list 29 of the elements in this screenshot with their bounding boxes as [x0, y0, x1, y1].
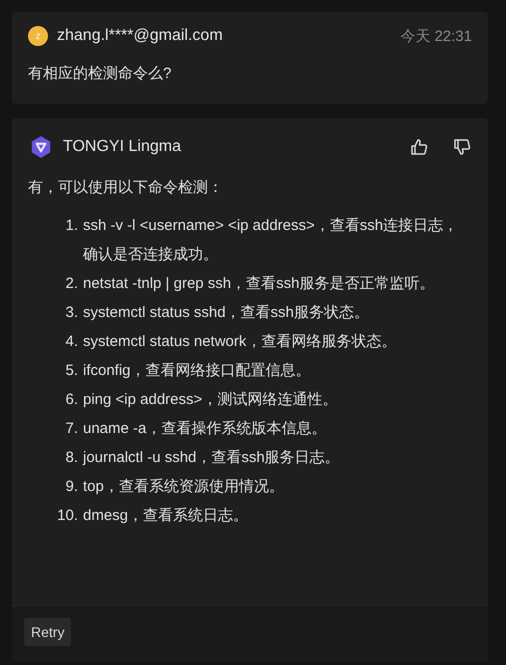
- message-time: 今天 22:31: [400, 26, 472, 46]
- list-number: 8.: [64, 448, 79, 468]
- list-item-text: ping <ip address>，测试网络连通性。: [83, 390, 338, 410]
- user-avatar: z: [28, 26, 48, 46]
- list-item-text: netstat -tnlp | grep ssh，查看ssh服务是否正常监听。: [83, 274, 436, 294]
- list-item-text: top，查看系统资源使用情况。: [83, 477, 285, 497]
- retry-button[interactable]: Retry: [24, 618, 72, 646]
- list-item-text: journalctl -u sshd，查看ssh服务日志。: [83, 448, 341, 468]
- list-number: 2.: [64, 274, 79, 294]
- list-item-text: dmesg，查看系统日志。: [83, 506, 250, 526]
- list-item-text: ssh -v -l <username> <ip address>，查看ssh连接日志，确认是否连接成功。: [83, 216, 460, 265]
- intro-text: 有，可以使用以下命令检测：: [28, 178, 224, 197]
- author-name: zhang.l****@gmail.com: [57, 27, 223, 45]
- author-name: TONGYI Lingma: [63, 138, 181, 156]
- list-item-text: systemctl status network，查看网络服务状态。: [83, 332, 398, 352]
- thumbs-down-icon[interactable]: [452, 137, 472, 157]
- list-item-text: ifconfig，查看网络接口配置信息。: [83, 361, 312, 381]
- list-item-text: systemctl status sshd，查看ssh服务状态。: [83, 303, 370, 323]
- list-number: 6.: [64, 390, 79, 410]
- message-text: 有相应的检测命令么?: [28, 64, 172, 83]
- list-number: 10.: [56, 506, 79, 526]
- list-number: 1.: [64, 216, 79, 236]
- list-item-text: uname -a，查看操作系统版本信息。: [83, 419, 328, 439]
- list-number: 7.: [64, 419, 79, 439]
- list-number: 9.: [64, 477, 79, 497]
- list-number: 5.: [64, 361, 79, 381]
- thumbs-up-icon[interactable]: [409, 137, 429, 157]
- list-number: 4.: [64, 332, 79, 352]
- list-number: 3.: [64, 303, 79, 323]
